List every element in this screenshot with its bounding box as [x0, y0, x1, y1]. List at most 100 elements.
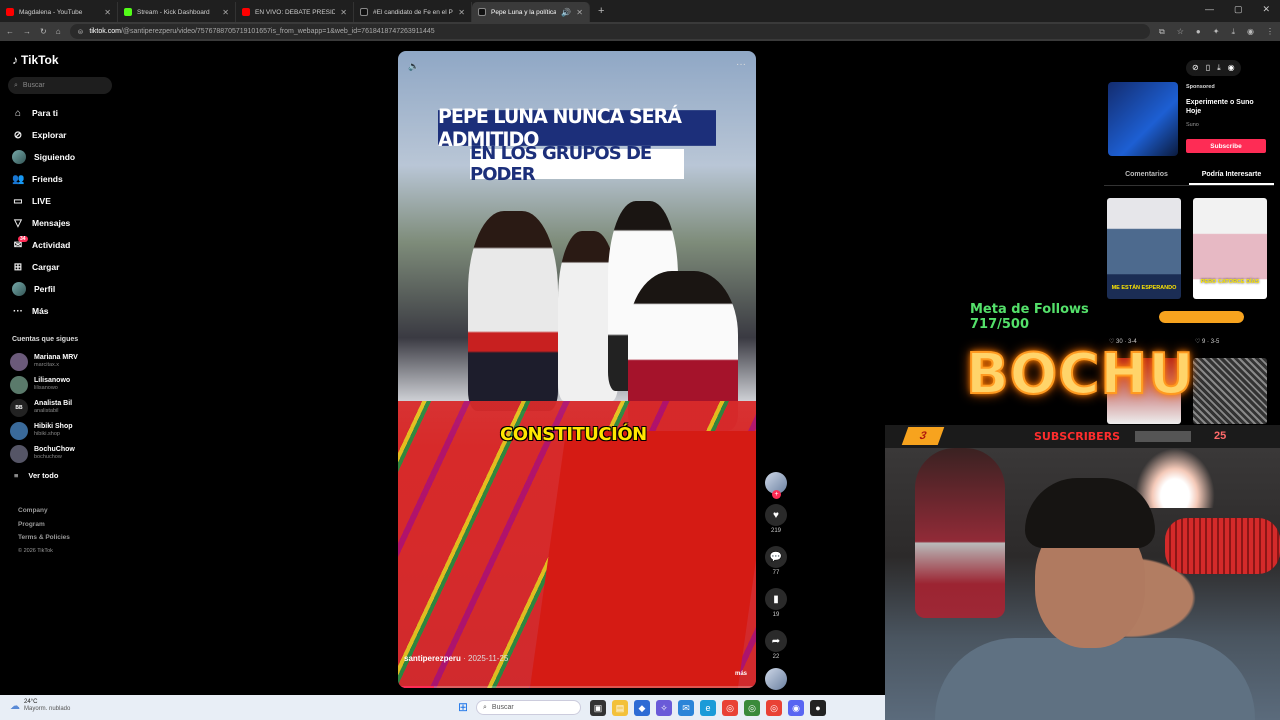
obs-icon[interactable]: ● [810, 700, 826, 716]
upload-icon: ⊞ [13, 261, 23, 273]
nav-item-perfil[interactable]: Perfil [12, 278, 75, 300]
suggested-video-thumbnail[interactable]: ME ESTÁN ESPERANDO [1107, 198, 1181, 299]
close-window-icon[interactable]: ✕ [1262, 4, 1270, 15]
creator-avatar[interactable]: + [765, 472, 787, 499]
following-account[interactable]: BB Analista Bil analistabil [10, 396, 78, 419]
user-avatar-icon[interactable]: ◉ [1228, 63, 1235, 73]
footer-link[interactable]: Terms & Policies [18, 531, 70, 545]
following-account[interactable]: Lilisanowo lilisanowo [10, 373, 78, 396]
ad-thumbnail[interactable] [1108, 82, 1178, 156]
file-explorer-icon[interactable]: ▤ [612, 700, 628, 716]
nav-item-explorar[interactable]: ⊘ Explorar [12, 124, 75, 146]
app-icon[interactable]: ⊘ [1192, 63, 1199, 73]
video-author[interactable]: santiperezperu · 2025-11-25 [404, 654, 508, 663]
follow-plus-icon[interactable]: + [772, 490, 781, 499]
download-icon[interactable]: ⤓ [1217, 63, 1221, 73]
more-icon: ··· [13, 305, 23, 317]
see-all-link[interactable]: ≡ Ver todo [14, 471, 58, 480]
nav-item-mensajes[interactable]: ▽ Mensajes [12, 212, 75, 234]
windows-start-icon[interactable]: ⊞ [458, 701, 470, 713]
suggested-video-thumbnail[interactable]: PERO CATORCE DÍAS [1193, 198, 1267, 299]
tiktok-note-icon: ♪ [12, 53, 18, 67]
minimize-icon[interactable]: — [1205, 4, 1214, 15]
taskbar-search[interactable]: ⌕ Buscar [476, 700, 581, 715]
like-button[interactable]: ♥ [765, 504, 787, 526]
following-account[interactable]: Mariana MRV marcitax.x [10, 350, 78, 373]
nav-item-para-ti[interactable]: ⌂ Para ti [12, 102, 75, 124]
sound-avatar[interactable] [765, 668, 787, 690]
extension-icon[interactable]: ● [1196, 27, 1201, 37]
footer-link[interactable]: Program [18, 518, 70, 532]
close-tab-icon[interactable]: ✕ [222, 8, 229, 17]
subscribe-button[interactable]: Subscribe [1186, 139, 1266, 153]
video-progress-bar[interactable] [398, 686, 756, 688]
new-tab-icon[interactable]: + [598, 5, 604, 17]
address-bar: ← → ↻ ⌂ ⊜ tiktok.com/@santiperezperu/vid… [0, 22, 1280, 41]
tab-comentarios[interactable]: Comentarios [1104, 165, 1189, 185]
nav-item-live[interactable]: ▭ LIVE [12, 190, 75, 212]
video-options-icon[interactable]: ··· [736, 59, 746, 70]
more-link[interactable]: más [735, 671, 747, 677]
nav-item-friends[interactable]: 👥 Friends [12, 168, 75, 190]
footer-link[interactable]: Company [18, 504, 70, 518]
chrome-active-icon[interactable]: ◎ [766, 700, 782, 716]
weather-widget[interactable]: ☁ 24°C Mayorm. nublado [10, 699, 70, 713]
url-field[interactable]: ⊜ tiktok.com/@santiperezperu/video/75767… [69, 24, 1151, 39]
browser-tab[interactable]: #El candidato de Fe en el P ✕ [354, 2, 472, 22]
device-icon[interactable]: ▯ [1206, 63, 1210, 73]
browser-tab-active[interactable]: Pepe Luna y la política peru 🔊 ✕ [472, 2, 590, 22]
edge-icon[interactable]: e [700, 700, 716, 716]
comment-button[interactable]: 💬 [765, 546, 787, 568]
close-tab-icon[interactable]: ✕ [576, 8, 583, 17]
share-button[interactable]: ➦ [765, 630, 787, 652]
search-input[interactable]: ⌕ Buscar [8, 77, 112, 94]
streamer-shirt [935, 638, 1255, 720]
task-view-icon[interactable]: ▣ [590, 700, 606, 716]
tab-title: #El candidato de Fe en el P [373, 8, 453, 16]
close-tab-icon[interactable]: ✕ [340, 8, 347, 17]
copilot-icon[interactable]: ✧ [656, 700, 672, 716]
back-icon[interactable]: ← [6, 27, 14, 36]
maximize-icon[interactable]: ▢ [1234, 4, 1243, 15]
cast-icon[interactable]: ⧉ [1159, 27, 1165, 37]
nav-item-actividad[interactable]: ✉ 34 Actividad [12, 234, 75, 256]
speaker-icon[interactable]: 🔊 [561, 8, 571, 17]
ad-title[interactable]: Experimente o Suno Hoje [1186, 98, 1266, 116]
close-tab-icon[interactable]: ✕ [458, 8, 465, 17]
close-tab-icon[interactable]: ✕ [104, 8, 111, 17]
tab-podria-interesarte[interactable]: Podría Interesarte [1189, 165, 1274, 185]
bookmark-star-icon[interactable]: ☆ [1177, 27, 1184, 37]
download-icon[interactable]: ⤓ [1231, 27, 1235, 37]
tab-title: Magdalena - YouTube [19, 8, 83, 16]
browser-tab[interactable]: Stream - Kick Dashboard ✕ [118, 2, 236, 22]
app-icon[interactable]: ✉ [678, 700, 694, 716]
puzzle-icon[interactable]: ✦ [1213, 27, 1220, 37]
follow-goal-text: Meta de Follows 717/500 [970, 302, 1089, 332]
app-icon[interactable]: ◎ [744, 700, 760, 716]
windows-taskbar: ☁ 24°C Mayorm. nublado ⊞ ⌕ Buscar ▣ ▤ ◆ ✧ … [0, 695, 885, 720]
follow-goal-widget: Meta de Follows 717/500 [962, 302, 1244, 332]
app-icon[interactable]: ◆ [634, 700, 650, 716]
menu-icon[interactable]: ⋮ [1266, 27, 1274, 37]
video-player[interactable]: 🔈 ··· PEPE LUNA NUNCA SERÁ ADMITIDO EN L… [398, 51, 756, 688]
save-button[interactable]: ▮ [765, 588, 787, 610]
tiktok-logo[interactable]: ♪ TikTok [12, 53, 59, 67]
forward-icon[interactable]: → [23, 27, 31, 36]
nav-item-cargar[interactable]: ⊞ Cargar [12, 256, 75, 278]
home-icon[interactable]: ⌂ [56, 27, 61, 36]
following-title: Cuentas que sigues [12, 336, 79, 343]
mute-icon[interactable]: 🔈 [408, 61, 419, 72]
browser-tab[interactable]: Magdalena - YouTube ✕ [0, 2, 118, 22]
nav-item-siguiendo[interactable]: Siguiendo [12, 146, 75, 168]
following-account[interactable]: Hibiki Shop hibiki.shop [10, 419, 78, 442]
main-nav: ⌂ Para ti ⊘ Explorar Siguiendo 👥 Friends ▭ L… [12, 102, 75, 322]
profile-icon[interactable]: ◉ [1247, 27, 1254, 37]
browser-tab[interactable]: EN VIVO: DEBATE PRESIDENCI ✕ [236, 2, 354, 22]
site-info-icon[interactable]: ⊜ [78, 28, 84, 36]
nav-item-mas[interactable]: ··· Más [12, 300, 75, 322]
chrome-icon[interactable]: ◎ [722, 700, 738, 716]
discord-icon[interactable]: ◉ [788, 700, 804, 716]
suggested-video-thumbnail[interactable] [1193, 358, 1267, 424]
following-account[interactable]: BochuChow bochuchow [10, 442, 78, 465]
reload-icon[interactable]: ↻ [40, 27, 47, 36]
